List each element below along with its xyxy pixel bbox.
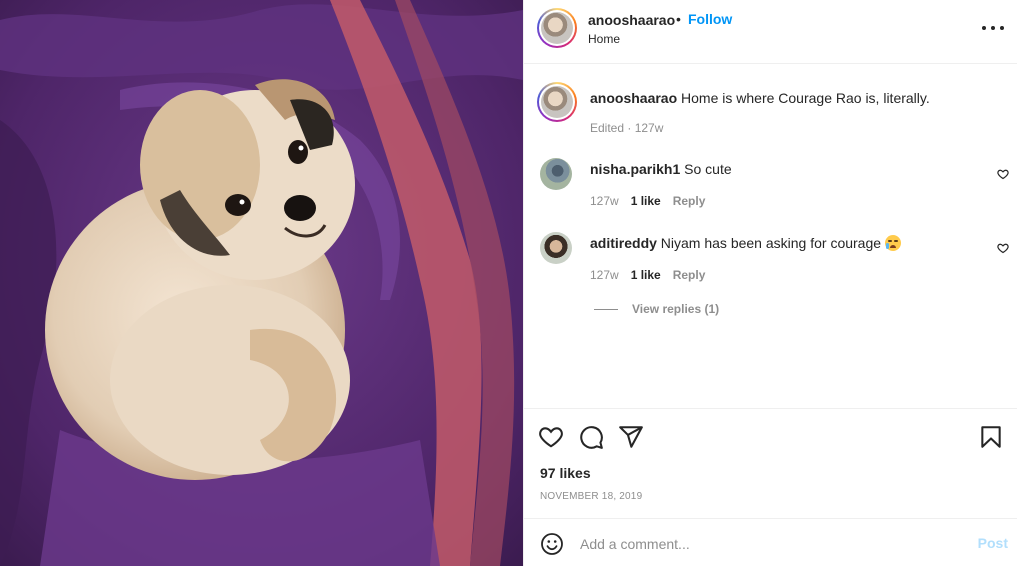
comment-like-heart-icon[interactable]: [997, 168, 1009, 180]
crying-face-emoji-icon: [884, 235, 901, 251]
caption-text: Home is where Courage Rao is, literally.: [681, 90, 930, 106]
instagram-post: anooshaarao • Follow Home anooshaarao Ho…: [0, 0, 1017, 566]
separator-dot: •: [676, 11, 681, 27]
comment-like-heart-icon[interactable]: [997, 242, 1009, 254]
caption-meta: Edited · 127w: [590, 121, 664, 135]
dog-on-blanket-image: [0, 0, 523, 566]
more-options-icon[interactable]: [982, 18, 1004, 38]
commenter-username[interactable]: nisha.parikh1: [590, 161, 680, 177]
comment-text: Niyam has been asking for courage: [660, 235, 882, 251]
caption-username[interactable]: anooshaarao: [590, 90, 677, 106]
comment-likes[interactable]: 1 like: [631, 268, 661, 282]
comment-age: 127w: [590, 268, 619, 282]
view-replies-button[interactable]: View replies (1): [594, 302, 719, 316]
comment-input[interactable]: [580, 531, 950, 557]
post-photo[interactable]: [0, 0, 523, 566]
comment-icon[interactable]: [578, 424, 604, 450]
comment-line: aditireddy Niyam has been asking for cou…: [590, 234, 970, 252]
comment-text: So cute: [684, 161, 732, 177]
replies-divider-line: [594, 308, 618, 310]
post-side-panel: anooshaarao • Follow Home anooshaarao Ho…: [523, 0, 1017, 566]
comment-meta: 127w 1 like Reply: [590, 194, 705, 208]
post-comment-button[interactable]: Post: [978, 535, 1008, 551]
comment-age: 127w: [590, 194, 619, 208]
reply-button[interactable]: Reply: [673, 268, 706, 282]
post-date: NOVEMBER 18, 2019: [540, 491, 643, 502]
add-comment-bar: Post: [524, 518, 1017, 566]
comment-likes[interactable]: 1 like: [631, 194, 661, 208]
caption: anooshaarao Home is where Courage Rao is…: [590, 89, 990, 107]
author-avatar[interactable]: [537, 8, 577, 48]
share-icon[interactable]: [618, 424, 644, 450]
emoji-smile-icon[interactable]: [540, 532, 564, 556]
post-header: anooshaarao • Follow Home: [524, 0, 1017, 64]
follow-button[interactable]: Follow: [688, 11, 732, 27]
bookmark-icon[interactable]: [978, 424, 1004, 450]
reply-button[interactable]: Reply: [673, 194, 706, 208]
likes-count[interactable]: 97 likes: [540, 465, 591, 481]
heart-icon[interactable]: [538, 424, 564, 450]
commenter-avatar[interactable]: [540, 232, 572, 264]
commenter-avatar[interactable]: [540, 158, 572, 190]
comment-meta: 127w 1 like Reply: [590, 268, 705, 282]
commenter-username[interactable]: aditireddy: [590, 235, 657, 251]
comment-line: nisha.parikh1 So cute: [590, 160, 970, 178]
post-actions: 97 likes NOVEMBER 18, 2019: [524, 408, 1017, 518]
caption-avatar[interactable]: [537, 82, 577, 122]
view-replies-label[interactable]: View replies (1): [632, 302, 719, 316]
author-username[interactable]: anooshaarao: [588, 12, 675, 28]
location-link[interactable]: Home: [588, 32, 620, 46]
